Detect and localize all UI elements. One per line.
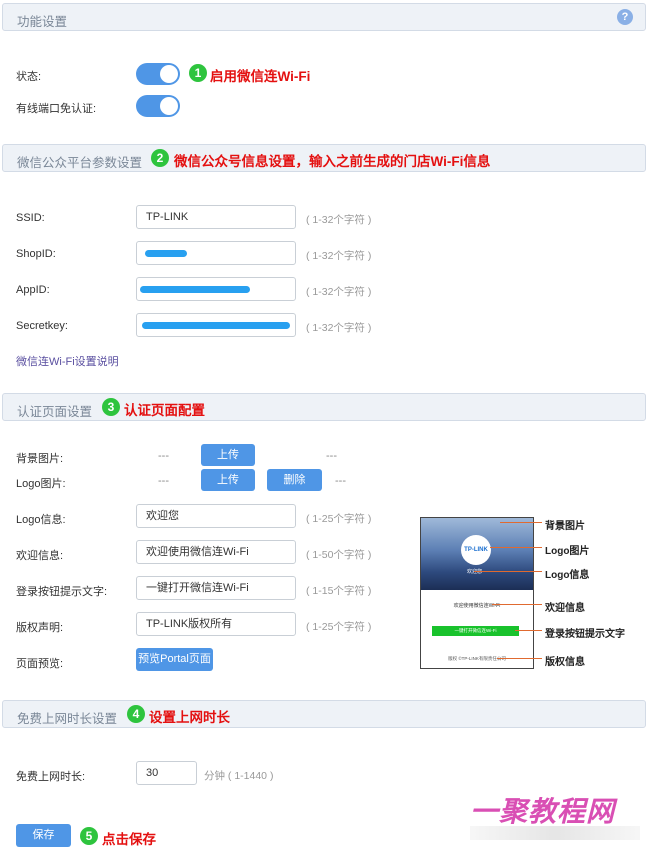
bg-file-name: --- bbox=[326, 450, 337, 462]
status-label: 状态: bbox=[16, 71, 42, 83]
annotation-step-3: 认证页面配置 bbox=[124, 403, 205, 418]
section-header-free: 免费上网时长设置 bbox=[2, 700, 646, 728]
secretkey-label: Secretkey: bbox=[16, 320, 68, 332]
bg-image-label: 背景图片: bbox=[16, 453, 64, 465]
free-duration-input[interactable]: 30 bbox=[136, 761, 197, 785]
login-button-text-hint: ( 1-15个字符 ) bbox=[306, 585, 372, 597]
free-duration-label: 免费上网时长: bbox=[16, 771, 86, 783]
preview-copyright: 版权 ©TP-LINK有限责任公司 bbox=[448, 656, 506, 661]
preview-logo: TP-LINK bbox=[461, 535, 491, 565]
welcome-hint: ( 1-50个字符 ) bbox=[306, 549, 372, 561]
annotation-step-2: 微信公众号信息设置，输入之前生成的门店Wi-Fi信息 bbox=[174, 154, 491, 169]
free-duration-hint: 分钟 ( 1-1440 ) bbox=[204, 770, 274, 782]
toggle-knob bbox=[160, 65, 178, 83]
step-badge-3: 3 bbox=[102, 398, 120, 416]
callout-logo: Logo图片 bbox=[545, 546, 590, 557]
section-title-free: 免费上网时长设置 bbox=[17, 712, 118, 726]
callout-bg: 背景图片 bbox=[545, 521, 585, 532]
step-badge-4: 4 bbox=[127, 705, 145, 723]
appid-input[interactable] bbox=[136, 277, 296, 301]
copyright-hint: ( 1-25个字符 ) bbox=[306, 621, 372, 633]
shopid-input[interactable] bbox=[136, 241, 296, 265]
logo-image-placeholder: --- bbox=[158, 475, 169, 487]
logo-image-label: Logo图片: bbox=[16, 478, 66, 490]
leader-line bbox=[492, 604, 542, 605]
shopid-hint: ( 1-32个字符 ) bbox=[306, 250, 372, 262]
welcome-input[interactable]: 欢迎使用微信连Wi-Fi bbox=[136, 540, 296, 564]
callout-welcome: 欢迎信息 bbox=[545, 603, 585, 614]
redacted-mark bbox=[145, 250, 187, 257]
wired-port-label: 有线端口免认证: bbox=[16, 103, 97, 115]
annotation-step-1: 启用微信连Wi-Fi bbox=[210, 69, 311, 84]
redacted-mark bbox=[142, 322, 290, 329]
section-title-auth: 认证页面设置 bbox=[17, 405, 93, 419]
section-header-auth: 认证页面设置 bbox=[2, 393, 646, 421]
appid-label: AppID: bbox=[16, 284, 50, 296]
leader-line bbox=[490, 547, 542, 548]
status-toggle[interactable] bbox=[136, 63, 180, 85]
logo-delete-button[interactable]: 删除 bbox=[267, 469, 322, 491]
secretkey-hint: ( 1-32个字符 ) bbox=[306, 322, 372, 334]
logo-upload-button[interactable]: 上传 bbox=[201, 469, 255, 491]
leader-line bbox=[515, 630, 542, 631]
redacted-mark bbox=[140, 286, 250, 293]
annotation-step-5: 点击保存 bbox=[102, 832, 156, 847]
portal-preview-image: TP-LINK 欢迎您 欢迎使用微信连Wi-Fi 一键打开微信连Wi-Fi 版权… bbox=[420, 517, 534, 669]
step-badge-5: 5 bbox=[80, 827, 98, 845]
page-preview-label: 页面预览: bbox=[16, 658, 64, 670]
wired-port-toggle[interactable] bbox=[136, 95, 180, 117]
ssid-hint: ( 1-32个字符 ) bbox=[306, 214, 372, 226]
callout-logo-info: Logo信息 bbox=[545, 570, 590, 581]
login-button-text-label: 登录按钮提示文字: bbox=[16, 586, 108, 598]
logo-file-name: --- bbox=[335, 475, 346, 487]
step-badge-2: 2 bbox=[151, 149, 169, 167]
logo-info-label: Logo信息: bbox=[16, 514, 66, 526]
leader-line bbox=[500, 522, 542, 523]
callout-copyright: 版权信息 bbox=[545, 657, 585, 668]
watermark-logo: 一聚教程网 bbox=[470, 796, 616, 827]
wechat-wifi-help-link[interactable]: 微信连Wi-Fi设置说明 bbox=[16, 353, 119, 369]
login-button-text-input[interactable]: 一键打开微信连Wi-Fi bbox=[136, 576, 296, 600]
leader-line bbox=[474, 571, 542, 572]
callout-login: 登录按钮提示文字 bbox=[545, 629, 625, 640]
logo-info-input[interactable]: 欢迎您 bbox=[136, 504, 296, 528]
appid-hint: ( 1-32个字符 ) bbox=[306, 286, 372, 298]
secretkey-input[interactable] bbox=[136, 313, 296, 337]
help-icon[interactable]: ? bbox=[617, 9, 633, 25]
leader-line bbox=[497, 658, 542, 659]
logo-info-hint: ( 1-25个字符 ) bbox=[306, 513, 372, 525]
ssid-input[interactable]: TP-LINK bbox=[136, 205, 296, 229]
toggle-knob bbox=[160, 97, 178, 115]
section-title-wechat: 微信公众平台参数设置 bbox=[17, 156, 143, 170]
ssid-label: SSID: bbox=[16, 212, 45, 224]
bg-image-placeholder: --- bbox=[158, 450, 169, 462]
welcome-label: 欢迎信息: bbox=[16, 550, 64, 562]
annotation-step-4: 设置上网时长 bbox=[149, 710, 230, 725]
preview-login-button: 一键打开微信连Wi-Fi bbox=[432, 626, 519, 636]
preview-portal-button[interactable]: 预览Portal页面 bbox=[136, 648, 213, 671]
step-badge-1: 1 bbox=[189, 64, 207, 82]
save-button[interactable]: 保存 bbox=[16, 824, 71, 847]
copyright-label: 版权声明: bbox=[16, 622, 64, 634]
copyright-input[interactable]: TP-LINK版权所有 bbox=[136, 612, 296, 636]
section-header-feature: 功能设置 ? bbox=[2, 3, 646, 31]
bg-upload-button[interactable]: 上传 bbox=[201, 444, 255, 466]
shopid-label: ShopID: bbox=[16, 248, 56, 260]
section-title-feature: 功能设置 bbox=[17, 15, 68, 29]
